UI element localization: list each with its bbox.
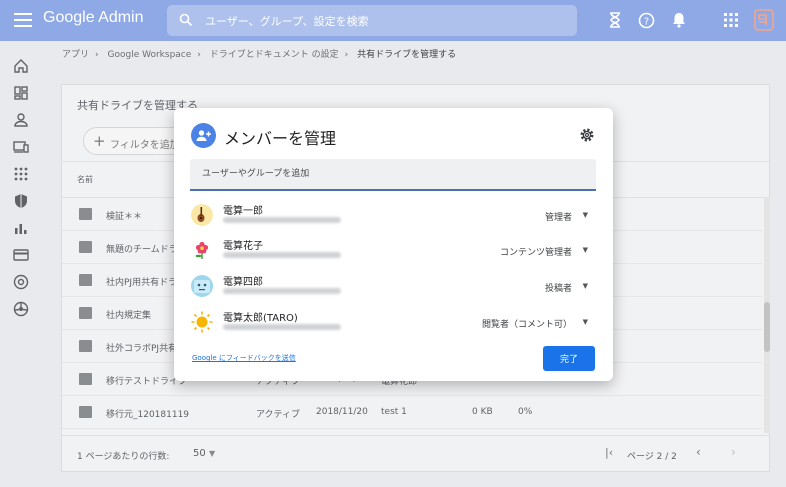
search-icon	[179, 13, 193, 27]
bell-icon[interactable]	[670, 11, 688, 29]
sun-avatar-icon	[191, 311, 213, 333]
robot-avatar-icon	[191, 275, 213, 297]
member-role-select[interactable]: 閲覧者（コメント可）	[482, 317, 572, 330]
shared-drive-icon	[79, 307, 92, 319]
security-shield-icon[interactable]	[13, 193, 29, 209]
guitar-avatar-icon	[191, 204, 213, 226]
previous-page-icon[interactable]: ‹	[696, 445, 701, 459]
first-page-icon[interactable]: |‹	[605, 446, 613, 459]
plus-icon: +	[93, 132, 106, 150]
add-person-icon	[191, 123, 216, 148]
drive-status: アクティブ	[256, 410, 301, 420]
domains-at-icon[interactable]	[13, 274, 29, 290]
done-button[interactable]: 完了	[543, 346, 595, 371]
member-email-redacted	[223, 217, 341, 223]
breadcrumb: アプリ › Google Workspace › ドライブとドキュメント の設定 › …	[62, 47, 462, 60]
apps-grid-icon[interactable]	[722, 11, 740, 29]
member-email-redacted	[223, 288, 341, 294]
member-role-select[interactable]: 管理者	[545, 210, 572, 223]
breadcrumb-workspace[interactable]: Google Workspace	[108, 50, 192, 60]
chevron-down-icon[interactable]: ▼	[209, 449, 215, 458]
drive-name: 検証＊＊	[106, 212, 143, 222]
breadcrumb-drive-settings[interactable]: ドライブとドキュメント の設定	[210, 50, 339, 60]
role-dropdown-caret-icon[interactable]: ▼	[583, 318, 588, 326]
account-avatar-icon[interactable]	[754, 9, 774, 31]
add-member-input[interactable]	[190, 159, 596, 189]
search-box[interactable]: ユーザー、グループ、設定を検索	[167, 5, 577, 36]
search-placeholder: ユーザー、グループ、設定を検索	[205, 15, 369, 28]
shared-drive-icon	[79, 274, 92, 286]
devices-icon[interactable]	[13, 139, 29, 155]
dialog-title: メンバーを管理	[224, 129, 337, 148]
shared-drive-icon	[79, 241, 92, 253]
drive-creator: test 1	[381, 407, 407, 417]
role-dropdown-caret-icon[interactable]: ▼	[583, 246, 588, 254]
add-member-field-wrapper	[190, 159, 596, 191]
member-row: 電算四郎 投稿者 ▼	[190, 271, 596, 305]
drive-name: 移行元_120181119	[106, 410, 190, 420]
home-icon[interactable]	[13, 58, 29, 74]
member-email-redacted	[223, 324, 341, 330]
member-role-select[interactable]: コンテンツ管理者	[500, 245, 572, 258]
shared-drive-icon	[79, 340, 92, 352]
reports-icon[interactable]	[13, 220, 29, 236]
billing-icon[interactable]	[13, 247, 29, 263]
chevron-right-icon: ›	[197, 50, 201, 60]
drive-name: 社外コラボPJ共有	[106, 344, 178, 354]
member-name: 電算花子	[223, 241, 263, 252]
member-name: 電算一郎	[223, 206, 263, 217]
main-menu-icon[interactable]	[14, 13, 32, 27]
manage-members-dialog: メンバーを管理 電算一郎 管理者 ▼	[174, 108, 613, 381]
chevron-right-icon: ›	[95, 50, 99, 60]
table-footer: 1 ページあたりの行数: 50 ▼ |‹ ページ 2 / 2 ‹ ›	[62, 435, 769, 471]
shared-drive-icon	[79, 208, 92, 220]
rows-per-page-label: 1 ページあたりの行数:	[77, 452, 170, 462]
drive-size: 0 KB	[472, 407, 493, 417]
chevron-right-icon: ›	[344, 50, 349, 60]
hourglass-icon[interactable]	[606, 11, 624, 29]
left-nav-rail	[0, 41, 44, 487]
member-name: 電算四郎	[223, 277, 263, 288]
brand-logo[interactable]: Google Admin	[43, 9, 144, 27]
rows-per-page-select[interactable]: 50	[193, 448, 206, 459]
table-row[interactable]: 移行元_120181119 アクティブ 2018/11/20 test 1 0 …	[62, 396, 762, 429]
top-app-bar: Google Admin ユーザー、グループ、設定を検索 ?	[0, 0, 786, 41]
help-icon[interactable]: ?	[637, 11, 655, 29]
member-email-redacted	[223, 252, 341, 258]
send-feedback-link[interactable]: Google にフィードバックを送信	[192, 353, 296, 363]
member-role-select[interactable]: 投稿者	[545, 281, 572, 294]
support-wheel-icon[interactable]	[13, 301, 29, 317]
scrollbar-thumb[interactable]	[764, 302, 770, 352]
flower-avatar-icon	[191, 239, 213, 261]
drive-usage-pct: 0%	[518, 407, 533, 417]
member-row: 電算太郎(TARO) 閲覧者（コメント可） ▼	[190, 307, 596, 341]
dashboard-icon[interactable]	[13, 85, 29, 101]
apps-icon[interactable]	[13, 166, 29, 182]
member-row: 電算一郎 管理者 ▼	[190, 200, 596, 234]
member-row: 電算花子 コンテンツ管理者 ▼	[190, 235, 596, 269]
drive-created-date: 2018/11/20	[316, 407, 368, 417]
shared-drive-icon	[79, 373, 92, 385]
next-page-icon[interactable]: ›	[731, 445, 736, 459]
drive-name: 社内規定集	[106, 311, 152, 321]
breadcrumb-current: 共有ドライブを管理する	[357, 50, 457, 60]
role-dropdown-caret-icon[interactable]: ▼	[583, 282, 588, 290]
shared-drive-icon	[79, 406, 92, 418]
settings-gear-icon[interactable]	[579, 127, 595, 143]
member-name: 電算太郎(TARO)	[223, 313, 298, 324]
breadcrumb-apps[interactable]: アプリ	[62, 50, 89, 60]
svg-text:?: ?	[643, 16, 648, 27]
column-header-name[interactable]: 名前	[77, 174, 93, 185]
role-dropdown-caret-icon[interactable]: ▼	[583, 211, 588, 219]
users-icon[interactable]	[13, 112, 29, 128]
page-indicator: ページ 2 / 2	[627, 452, 677, 462]
table-scrollbar[interactable]	[764, 197, 770, 433]
